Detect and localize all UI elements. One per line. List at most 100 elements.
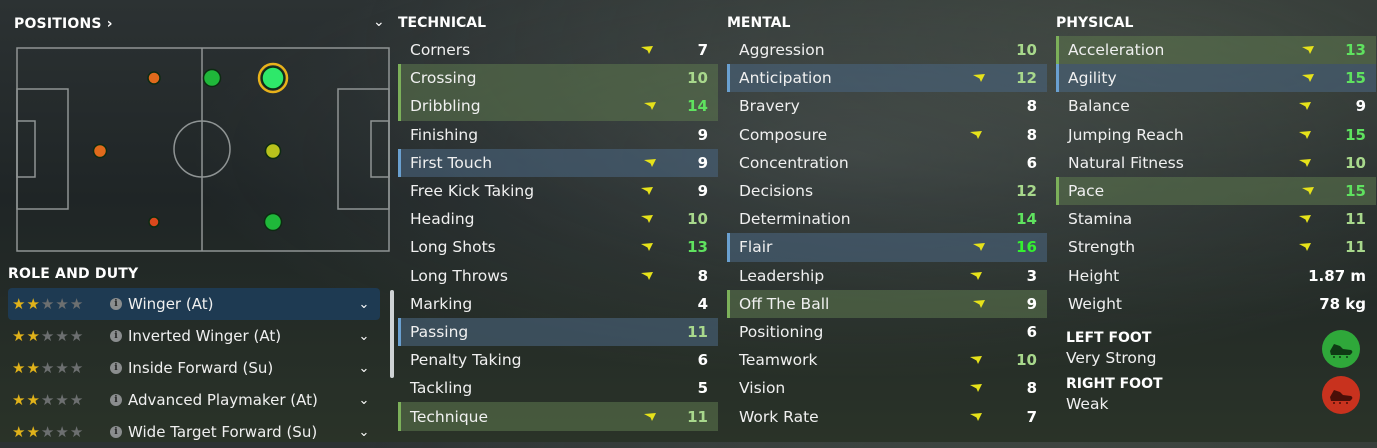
boot-icon-left-foot [1322, 330, 1360, 368]
attribute-row-determination[interactable]: Determination 14 [727, 205, 1047, 233]
attribute-row-composure[interactable]: Composure 8 [727, 121, 1047, 149]
attribute-row-pace[interactable]: Pace 15 [1056, 176, 1376, 206]
chevron-down-icon[interactable]: ⌄ [354, 361, 374, 376]
attribute-row-flair[interactable]: Flair 16 [727, 233, 1047, 262]
attribute-name: Acceleration [1068, 41, 1165, 60]
attribute-row-long-throws[interactable]: Long Throws 8 [398, 262, 718, 290]
chevron-down-icon[interactable]: ⌄ [354, 393, 374, 408]
attribute-row-finishing[interactable]: Finishing 9 [398, 121, 718, 149]
attribute-value: 9 [697, 182, 708, 201]
chevron-down-icon[interactable]: ⌄ [354, 425, 374, 440]
role-list-scrollbar[interactable] [390, 290, 394, 378]
attribute-name: Balance [1068, 97, 1130, 116]
key-attribute-arrow-icon [1299, 243, 1311, 252]
attribute-value: 8 [1026, 97, 1037, 116]
attribute-row-positioning[interactable]: Positioning 6 [727, 318, 1047, 346]
attribute-row-decisions[interactable]: Decisions 12 [727, 177, 1047, 205]
attribute-row-marking[interactable]: Marking 4 [398, 290, 718, 318]
attribute-row-passing[interactable]: Passing 11 [398, 317, 718, 347]
role-rating-stars: ★ ★ ★ ★ ★ [8, 391, 104, 409]
attribute-row-weight[interactable]: Weight 78 kg [1056, 290, 1376, 318]
attribute-name: Positioning [739, 322, 824, 341]
key-attribute-arrow-icon [973, 74, 985, 83]
key-attribute-arrow-icon [1299, 158, 1311, 167]
attribute-row-balance[interactable]: Balance 9 [1056, 92, 1376, 120]
right-foot-value: Weak [1066, 395, 1109, 413]
chevron-down-icon[interactable]: ⌄ [354, 329, 374, 344]
attribute-row-aggression[interactable]: Aggression 10 [727, 36, 1047, 64]
attribute-row-concentration[interactable]: Concentration 6 [727, 149, 1047, 177]
info-icon[interactable]: i [110, 394, 122, 406]
star-icon: ★ [55, 423, 69, 441]
chevron-down-icon[interactable]: ⌄ [354, 297, 374, 312]
position-dot-dm-left[interactable] [147, 71, 161, 85]
position-dot-st[interactable] [264, 142, 282, 160]
attribute-row-leadership[interactable]: Leadership 3 [727, 262, 1047, 290]
attribute-value: 10 [687, 210, 708, 229]
attribute-name: Free Kick Taking [410, 182, 535, 201]
star-icon: ★ [69, 359, 84, 377]
attribute-row-height[interactable]: Height 1.87 m [1056, 262, 1376, 290]
attribute-value: 10 [687, 69, 708, 88]
attribute-name: Pace [1068, 182, 1105, 201]
attribute-value: 5 [697, 379, 708, 398]
role-row[interactable]: ★ ★ ★ ★ ★ i Wide Target Forward (Su) ⌄ [8, 416, 380, 448]
star-icon: ★ [55, 391, 69, 409]
chevron-down-icon[interactable]: ⌄ [373, 14, 385, 30]
position-dot-winger-right[interactable] [263, 212, 283, 232]
position-dot-am-left[interactable] [202, 68, 222, 88]
role-row[interactable]: ★ ★ ★ ★ ★ i Advanced Playmaker (At) ⌄ [8, 384, 380, 416]
attribute-row-first-touch[interactable]: First Touch 9 [398, 148, 718, 177]
key-attribute-arrow-icon [1302, 46, 1314, 55]
attribute-name: Passing [410, 322, 469, 341]
attribute-row-dribbling[interactable]: Dribbling 14 [398, 92, 718, 121]
info-icon[interactable]: i [110, 298, 122, 310]
attribute-row-long-shots[interactable]: Long Shots 13 [398, 233, 718, 261]
info-icon[interactable]: i [110, 426, 122, 438]
key-attribute-arrow-icon [970, 130, 982, 139]
attribute-row-acceleration[interactable]: Acceleration 13 [1056, 36, 1376, 65]
attribute-row-stamina[interactable]: Stamina 11 [1056, 205, 1376, 233]
role-rating-stars: ★ ★ ★ ★ ★ [8, 423, 104, 441]
attribute-row-corners[interactable]: Corners 7 [398, 36, 718, 64]
role-row[interactable]: ★ ★ ★ ★ ★ i Inside Forward (Su) ⌄ [8, 352, 380, 384]
key-attribute-arrow-icon [641, 271, 653, 280]
key-attribute-arrow-icon [644, 158, 656, 167]
attribute-row-natural-fitness[interactable]: Natural Fitness 10 [1056, 149, 1376, 177]
attribute-row-bravery[interactable]: Bravery 8 [727, 92, 1047, 120]
attribute-name: First Touch [410, 153, 493, 172]
position-dot-dm-right[interactable] [148, 216, 160, 228]
attribute-row-crossing[interactable]: Crossing 10 [398, 64, 718, 93]
positions-title[interactable]: POSITIONS › [14, 16, 113, 32]
role-list: ★ ★ ★ ★ ★ i Winger (At) ⌄ ★ ★ ★ ★ ★ i Inverted Winger … [8, 288, 380, 448]
attribute-row-technique[interactable]: Technique 11 [398, 402, 718, 431]
attribute-row-free-kick-taking[interactable]: Free Kick Taking 9 [398, 177, 718, 205]
attribute-row-off-the-ball[interactable]: Off The Ball 9 [727, 289, 1047, 318]
attribute-name: Dribbling [410, 97, 481, 116]
info-icon[interactable]: i [110, 330, 122, 342]
attribute-row-tackling[interactable]: Tackling 5 [398, 374, 718, 402]
attribute-row-work-rate[interactable]: Work Rate 7 [727, 402, 1047, 430]
star-icon: ★ [26, 391, 40, 409]
attribute-row-jumping-reach[interactable]: Jumping Reach 15 [1056, 121, 1376, 149]
attribute-value: 14 [1016, 210, 1037, 229]
attribute-row-teamwork[interactable]: Teamwork 10 [727, 346, 1047, 374]
role-rating-stars: ★ ★ ★ ★ ★ [8, 327, 104, 345]
role-row[interactable]: ★ ★ ★ ★ ★ i Inverted Winger (At) ⌄ [8, 320, 380, 352]
attribute-row-strength[interactable]: Strength 11 [1056, 233, 1376, 261]
attribute-value: 15 [1345, 69, 1366, 88]
role-row[interactable]: ★ ★ ★ ★ ★ i Winger (At) ⌄ [8, 288, 380, 320]
star-icon: ★ [26, 327, 40, 345]
attribute-row-penalty-taking[interactable]: Penalty Taking 6 [398, 346, 718, 374]
attribute-row-agility[interactable]: Agility 15 [1056, 64, 1376, 93]
attribute-name: Weight [1068, 294, 1123, 313]
attribute-row-anticipation[interactable]: Anticipation 12 [727, 64, 1047, 93]
attribute-value: 11 [687, 322, 708, 341]
key-attribute-arrow-icon [644, 102, 656, 111]
position-dot-dc[interactable] [92, 143, 108, 159]
attribute-row-heading[interactable]: Heading 10 [398, 205, 718, 233]
attribute-row-vision[interactable]: Vision 8 [727, 374, 1047, 402]
info-icon[interactable]: i [110, 362, 122, 374]
position-dot-winger-left[interactable] [261, 66, 285, 90]
star-icon: ★ [55, 295, 69, 313]
